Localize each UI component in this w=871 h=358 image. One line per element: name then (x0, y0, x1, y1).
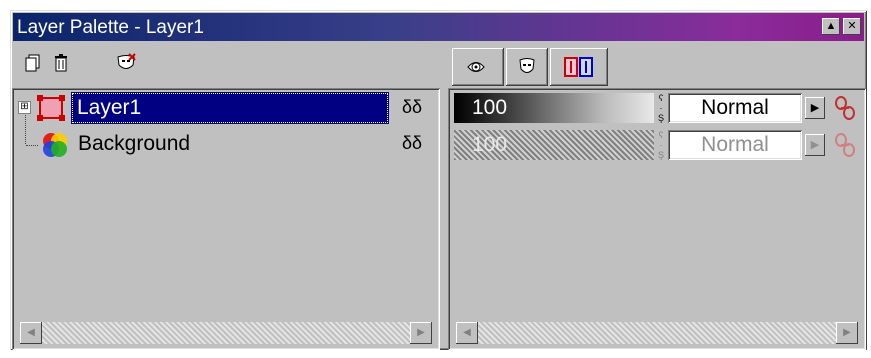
mask-icon[interactable] (114, 52, 136, 74)
blend-mode-value: Normal (701, 133, 769, 156)
tree-branch (26, 145, 38, 146)
link-icon[interactable] (832, 94, 858, 122)
horizontal-scrollbar[interactable]: ◀ ▶ (20, 322, 432, 344)
scroll-right-button[interactable]: ▶ (836, 322, 858, 344)
window-title: Layer Palette - Layer1 (17, 17, 204, 38)
lock-tab-icon (564, 57, 593, 77)
opacity-value: 100 (472, 133, 508, 156)
opacity-slider[interactable]: 100 (454, 93, 654, 123)
blend-mode-select[interactable]: Normal (668, 130, 802, 160)
scroll-left-button[interactable]: ◀ (456, 322, 478, 344)
mask-tab-icon (519, 58, 535, 73)
tab-mask[interactable] (506, 48, 548, 86)
scroll-left-button[interactable]: ◀ (20, 322, 42, 344)
opacity-spinner[interactable]: ʕ · Ş (656, 93, 666, 123)
layer-name: Background (78, 132, 191, 155)
close-button[interactable]: ✕ (843, 18, 861, 35)
layer-name: Layer1 (77, 96, 142, 119)
scroll-right-button[interactable]: ▶ (410, 322, 432, 344)
title-bar[interactable]: Layer Palette - Layer1 ▲ ✕ (13, 13, 864, 41)
layer-palette-window: Layer Palette - Layer1 ▲ ✕ ⊞ Layer1 δδ B… (10, 10, 867, 350)
layer-properties-icon (467, 62, 485, 72)
horizontal-scrollbar[interactable]: ◀ ▶ (456, 322, 858, 344)
layer-properties-pane: 100 ʕ · Ş Normal ▶ 100 ʕ · Ş Normal ▶ ◀ ▶ (448, 88, 866, 350)
blend-mode-value: Normal (701, 96, 769, 119)
raster-layer-icon (37, 95, 65, 121)
rollup-button[interactable]: ▲ (822, 18, 840, 35)
blend-mode-select[interactable]: Normal (668, 93, 802, 123)
layer-name-highlight[interactable]: Layer1 (71, 92, 389, 124)
new-layer-icon[interactable] (22, 52, 44, 74)
blend-mode-dropdown-button[interactable]: ▶ (805, 134, 825, 156)
visibility-toggle-icon[interactable]: δδ (402, 133, 422, 154)
layer-list-pane: ⊞ Layer1 δδ Background δδ ◀ ▶ (12, 88, 440, 350)
background-layer-icon (43, 133, 67, 157)
tab-layer-properties[interactable] (452, 48, 504, 86)
delete-layer-icon[interactable] (50, 52, 72, 74)
blend-mode-dropdown-button[interactable]: ▶ (805, 97, 825, 119)
visibility-toggle-icon[interactable]: δδ (402, 97, 422, 118)
link-icon[interactable] (832, 131, 858, 159)
opacity-slider[interactable]: 100 (454, 130, 654, 160)
layer-row-layer1[interactable]: ⊞ Layer1 δδ (16, 92, 436, 126)
opacity-value: 100 (472, 96, 508, 119)
opacity-spinner[interactable]: ʕ · Ş (656, 130, 666, 160)
layer-row-background[interactable]: Background δδ (16, 128, 436, 162)
tab-lock[interactable] (550, 48, 608, 86)
expand-toggle[interactable]: ⊞ (18, 101, 31, 114)
